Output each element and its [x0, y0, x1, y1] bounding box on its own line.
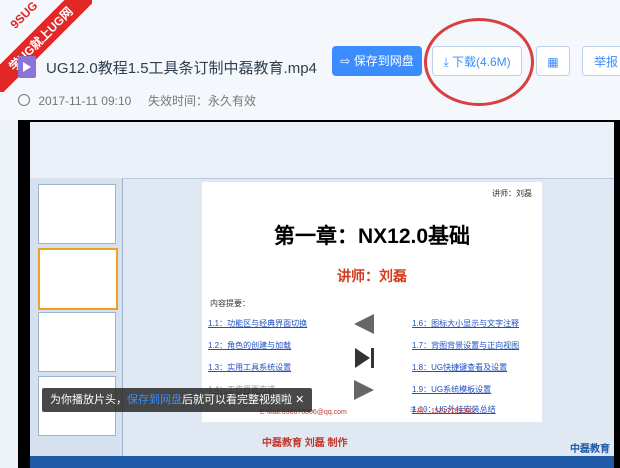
video-file-icon — [18, 56, 36, 78]
slide-header: 讲师：刘磊 — [492, 189, 532, 198]
brand-logo: 中磊教育 — [570, 444, 610, 455]
report-button[interactable]: 举报 — [582, 46, 620, 76]
save-to-netdisk-button[interactable]: ⇨ 保存到网盘 — [332, 46, 422, 76]
slide-footer: 中磊教育 刘磊 制作 — [262, 438, 348, 449]
slide-section-label: 内容提要： — [210, 299, 250, 308]
outline-item: 1.9：UG系统模板设置 — [412, 385, 492, 394]
slide-teacher: 讲师：刘磊 — [337, 268, 407, 284]
outline-item: 1.7：背图背景设置与正向视图 — [412, 341, 520, 350]
slide-phone: 手机：15217189306 — [410, 408, 474, 415]
ppt-slide-pane — [30, 178, 123, 456]
corner-watermark: 9SUG 学UG就上UG网 — [0, 0, 92, 92]
toast-save-link[interactable]: 保存到网盘 — [127, 394, 182, 406]
save-icon: ⇨ — [340, 54, 354, 68]
file-title: UG12.0教程1.5工具条订制中磊教育.mp4 — [46, 60, 317, 77]
report-label: 举报 — [593, 55, 618, 69]
outline-item: 1.1：功能区与经典界面切换 — [208, 319, 308, 328]
taskbar — [30, 456, 614, 468]
slide-thumb — [38, 312, 116, 372]
preview-toast: 为你播放片头，保存到网盘后就可以看完整视频啦 ✕ — [42, 388, 313, 412]
outline-item: 1.3：实用工具系统设置 — [208, 363, 292, 372]
video-frame: 讲师：刘磊 第一章：NX12.0基础 讲师：刘磊 内容提要： 1.1：功能区与经… — [30, 122, 614, 468]
save-label: 保存到网盘 — [353, 54, 414, 68]
slide-thumb — [38, 184, 116, 244]
toast-text-a: 为你播放片头， — [50, 394, 127, 406]
skip-next-icon — [355, 348, 374, 368]
video-player[interactable]: 讲师：刘磊 第一章：NX12.0基础 讲师：刘磊 内容提要： 1.1：功能区与经… — [18, 120, 620, 468]
clock-icon — [18, 94, 30, 106]
slide-title: 第一章：NX12.0基础 — [273, 225, 471, 248]
prev-arrow-icon — [354, 314, 374, 334]
upload-date: 2017-11-11 09:10 — [38, 94, 132, 108]
slide-thumb — [38, 248, 118, 310]
close-icon[interactable]: ✕ — [295, 394, 304, 406]
outline-item: 1.8：UG快捷键查看及设置 — [412, 363, 508, 372]
ppt-slide: 讲师：刘磊 第一章：NX12.0基础 讲师：刘磊 内容提要： 1.1：功能区与经… — [202, 182, 542, 422]
qr-code-button[interactable]: ▦ — [536, 46, 570, 76]
next-arrow-icon — [354, 380, 374, 400]
highlight-circle — [424, 18, 534, 106]
expiry-text: 失效时间：永久有效 — [147, 94, 256, 108]
qr-code-icon: ▦ — [547, 55, 559, 69]
toast-text-b: 后就可以看完整视频啦 — [182, 394, 292, 406]
ppt-ribbon — [30, 122, 614, 179]
file-meta: 2017-11-11 09:10 失效时间：永久有效 — [18, 92, 256, 109]
outline-item: 1.6：图标大小显示与文字注释 — [412, 319, 520, 328]
outline-item: 1.2：角色的创建与加载 — [208, 341, 292, 350]
